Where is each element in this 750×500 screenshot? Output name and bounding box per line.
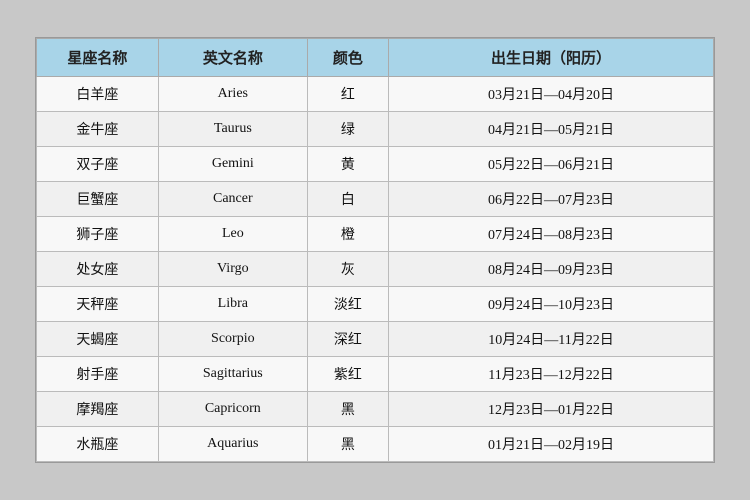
table-row: 巨蟹座Cancer白06月22日—07月23日 (37, 182, 714, 217)
cell-zh: 天蝎座 (37, 322, 159, 357)
table-row: 狮子座Leo橙07月24日—08月23日 (37, 217, 714, 252)
cell-color: 淡红 (307, 287, 388, 322)
cell-date: 04月21日—05月21日 (389, 112, 714, 147)
header-zh: 星座名称 (37, 39, 159, 77)
table-row: 射手座Sagittarius紫红11月23日—12月22日 (37, 357, 714, 392)
table-row: 白羊座Aries红03月21日—04月20日 (37, 77, 714, 112)
cell-zh: 天秤座 (37, 287, 159, 322)
cell-en: Leo (158, 217, 307, 252)
cell-en: Capricorn (158, 392, 307, 427)
cell-color: 白 (307, 182, 388, 217)
table-row: 金牛座Taurus绿04月21日—05月21日 (37, 112, 714, 147)
cell-en: Cancer (158, 182, 307, 217)
cell-en: Sagittarius (158, 357, 307, 392)
cell-zh: 金牛座 (37, 112, 159, 147)
cell-color: 绿 (307, 112, 388, 147)
zodiac-table-container: 星座名称 英文名称 颜色 出生日期（阳历） 白羊座Aries红03月21日—04… (35, 37, 715, 463)
table-row: 天秤座Libra淡红09月24日—10月23日 (37, 287, 714, 322)
cell-date: 09月24日—10月23日 (389, 287, 714, 322)
cell-zh: 巨蟹座 (37, 182, 159, 217)
cell-en: Libra (158, 287, 307, 322)
table-header-row: 星座名称 英文名称 颜色 出生日期（阳历） (37, 39, 714, 77)
header-date: 出生日期（阳历） (389, 39, 714, 77)
zodiac-table: 星座名称 英文名称 颜色 出生日期（阳历） 白羊座Aries红03月21日—04… (36, 38, 714, 462)
cell-date: 07月24日—08月23日 (389, 217, 714, 252)
cell-en: Virgo (158, 252, 307, 287)
cell-color: 红 (307, 77, 388, 112)
cell-zh: 射手座 (37, 357, 159, 392)
cell-zh: 狮子座 (37, 217, 159, 252)
cell-color: 黑 (307, 427, 388, 462)
cell-zh: 水瓶座 (37, 427, 159, 462)
header-color: 颜色 (307, 39, 388, 77)
cell-zh: 处女座 (37, 252, 159, 287)
cell-color: 黄 (307, 147, 388, 182)
cell-color: 深红 (307, 322, 388, 357)
cell-color: 黑 (307, 392, 388, 427)
header-en: 英文名称 (158, 39, 307, 77)
cell-date: 10月24日—11月22日 (389, 322, 714, 357)
cell-date: 03月21日—04月20日 (389, 77, 714, 112)
cell-color: 灰 (307, 252, 388, 287)
cell-date: 01月21日—02月19日 (389, 427, 714, 462)
cell-color: 紫红 (307, 357, 388, 392)
cell-date: 08月24日—09月23日 (389, 252, 714, 287)
cell-color: 橙 (307, 217, 388, 252)
cell-en: Gemini (158, 147, 307, 182)
table-row: 天蝎座Scorpio深红10月24日—11月22日 (37, 322, 714, 357)
cell-en: Aquarius (158, 427, 307, 462)
table-row: 摩羯座Capricorn黑12月23日—01月22日 (37, 392, 714, 427)
table-row: 双子座Gemini黄05月22日—06月21日 (37, 147, 714, 182)
table-row: 水瓶座Aquarius黑01月21日—02月19日 (37, 427, 714, 462)
cell-zh: 摩羯座 (37, 392, 159, 427)
cell-date: 11月23日—12月22日 (389, 357, 714, 392)
cell-en: Aries (158, 77, 307, 112)
cell-date: 05月22日—06月21日 (389, 147, 714, 182)
cell-en: Scorpio (158, 322, 307, 357)
cell-en: Taurus (158, 112, 307, 147)
cell-zh: 双子座 (37, 147, 159, 182)
cell-date: 06月22日—07月23日 (389, 182, 714, 217)
cell-date: 12月23日—01月22日 (389, 392, 714, 427)
table-row: 处女座Virgo灰08月24日—09月23日 (37, 252, 714, 287)
cell-zh: 白羊座 (37, 77, 159, 112)
